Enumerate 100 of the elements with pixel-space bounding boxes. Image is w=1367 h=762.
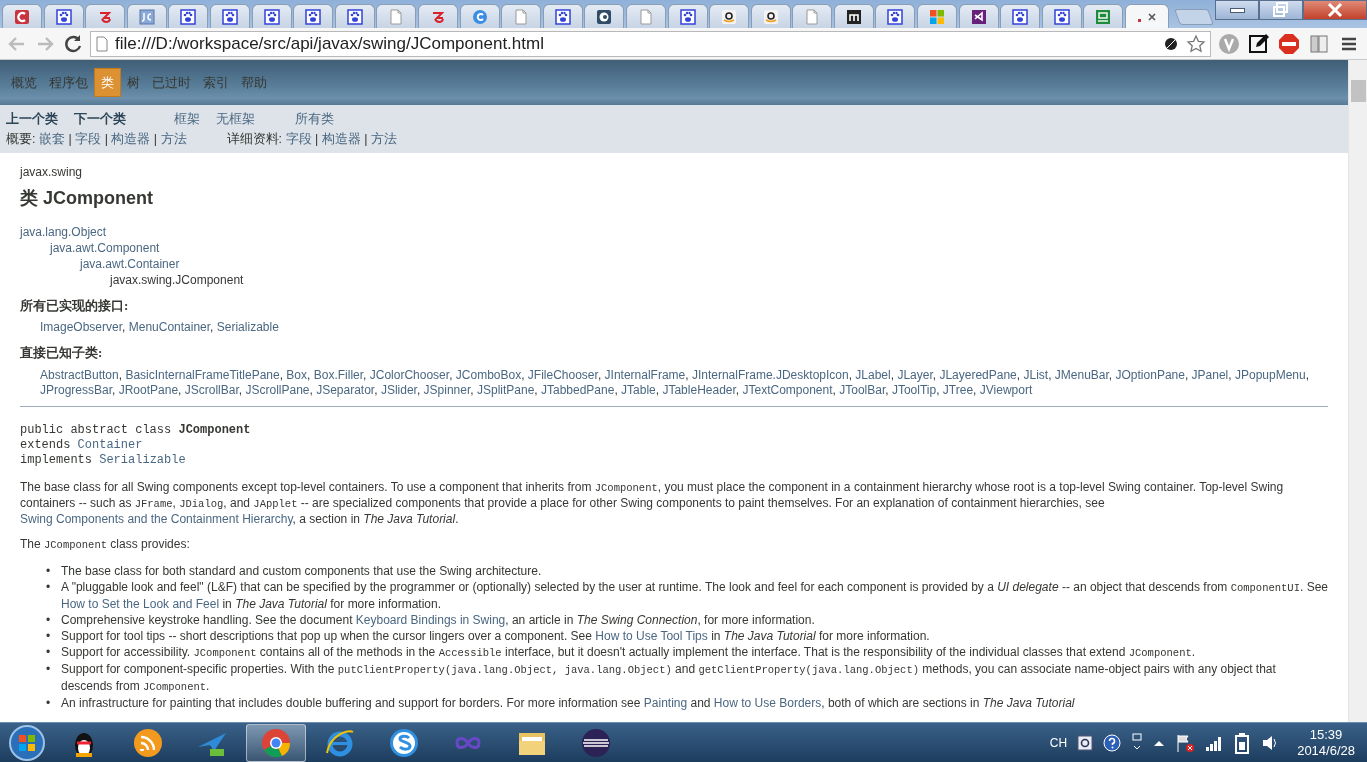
class-link[interactable]: JColorChooser (369, 367, 450, 382)
close-button[interactable] (1303, 0, 1367, 20)
browser-tab[interactable] (1041, 4, 1082, 28)
browser-tab[interactable] (667, 4, 708, 28)
list-separator: , (1016, 367, 1022, 382)
class-link[interactable]: JToolBar (839, 382, 886, 397)
paw-icon (180, 8, 197, 25)
browser-tab[interactable] (251, 4, 292, 28)
class-link[interactable]: JTableHeader (662, 382, 736, 397)
next-class-label: 下一个类 (74, 110, 126, 128)
class-title: 类 JComponent (20, 186, 154, 210)
class-link[interactable]: JViewport (979, 382, 1033, 397)
help-icon[interactable] (1103, 733, 1122, 752)
class-link[interactable]: JLayer (897, 367, 933, 382)
class-link[interactable]: JLabel (855, 367, 891, 382)
page-icon (513, 8, 530, 25)
frames-link[interactable]: 框架 (174, 109, 200, 129)
list-separator: , (890, 367, 896, 382)
address-bar[interactable]: file:///D:/workspace/src/api/javax/swing/JComponent.html (90, 30, 1211, 57)
browser-tab[interactable] (43, 4, 84, 28)
doc-link[interactable]: Swing Components and the Containment Hierarchy (20, 511, 293, 526)
restore-button[interactable] (1259, 0, 1303, 20)
class-link[interactable]: JLayeredPane (939, 367, 1017, 382)
close-icon (1325, 1, 1345, 19)
nav-link[interactable]: 构造器 (321, 132, 361, 146)
language-indicator[interactable]: CH (1049, 733, 1068, 752)
browser-tab[interactable] (1000, 4, 1041, 28)
paw-icon (1012, 8, 1029, 25)
list-separator: , (597, 367, 603, 382)
paw-icon (221, 8, 238, 25)
class-link[interactable]: JMenuBar (1054, 367, 1109, 382)
browser-tab[interactable] (209, 4, 250, 28)
class-link[interactable]: JTextComponent (742, 382, 833, 397)
minimize-button[interactable] (1215, 0, 1259, 20)
nav-link[interactable]: 字段 (285, 132, 312, 146)
bullet-item: The base class for both standard and custom components that use the Swing architecture. (61, 562, 542, 579)
paw-icon (887, 8, 904, 25)
list-separator: , (936, 382, 941, 397)
box-logo-icon (1095, 8, 1112, 25)
list-separator: , (279, 367, 285, 382)
doc-link[interactable]: Painting (643, 695, 688, 710)
clock-time[interactable]: 15:39 (1297, 726, 1355, 743)
class-link[interactable]: JSeparator (316, 382, 375, 397)
flag-icon[interactable] (1175, 732, 1196, 753)
list-separator: , (521, 367, 526, 382)
class-link[interactable]: JScrollBar (184, 382, 239, 397)
class-link[interactable]: JOptionPane (1115, 367, 1185, 382)
summary-nav: 概要: 嵌套 | 字段 | 构造器 | 方法 (6, 131, 187, 148)
paragraph: The JComponent class provides: (20, 536, 191, 553)
class-link[interactable]: BasicInternalFrameTitlePane (125, 367, 280, 382)
nav-link[interactable]: 方法 (160, 132, 187, 146)
battery-icon[interactable] (1233, 731, 1252, 754)
browser-tab[interactable] (958, 4, 999, 28)
class-link[interactable]: JInternalFrame.JDesktopIcon (691, 367, 849, 382)
class-link[interactable]: JSlider (380, 382, 417, 397)
doc-link[interactable]: How to Use Tool Tips (595, 628, 708, 643)
class-link[interactable]: JPopupMenu (1234, 367, 1306, 382)
browser-tab[interactable] (293, 4, 334, 28)
browser-tab[interactable] (168, 4, 209, 28)
edit-icon[interactable] (1247, 31, 1271, 56)
smile-logo-icon (721, 8, 738, 25)
scroll-thumb[interactable] (1350, 80, 1366, 102)
subclasses-heading: 直接已知子类: (20, 344, 104, 363)
class-link[interactable]: JProgressBar (40, 382, 113, 397)
browser-tab[interactable] (875, 4, 916, 28)
class-link[interactable]: AbstractButton (40, 367, 119, 382)
class-link[interactable]: ImageObserver (40, 320, 123, 335)
class-link[interactable]: MenuContainer (128, 320, 211, 335)
class-link[interactable]: Box.Filler (313, 367, 364, 382)
class-link[interactable]: JSpinner (423, 382, 471, 397)
list-separator: , (655, 382, 661, 397)
nav-link[interactable]: 方法 (370, 132, 397, 146)
all-classes-link[interactable]: 所有类 (295, 109, 334, 129)
close-icon[interactable] (1146, 11, 1157, 22)
browser-tab[interactable] (334, 4, 375, 28)
nav-link[interactable]: 构造器 (111, 132, 151, 146)
doc-link[interactable]: How to Set the Look and Feel (61, 596, 220, 611)
scrollbar[interactable] (1348, 60, 1367, 722)
doc-link[interactable]: Container (77, 437, 143, 452)
hierarchy-link[interactable]: java.awt.Component (50, 240, 160, 255)
input-method-icon[interactable] (1077, 734, 1094, 751)
hierarchy-link[interactable]: java.awt.Container (80, 256, 180, 271)
class-link[interactable]: Serializable (216, 320, 279, 335)
paw-icon (554, 8, 571, 25)
class-link[interactable]: JTable (621, 382, 656, 397)
browser-tab[interactable] (833, 4, 874, 28)
nav-link[interactable]: 字段 (75, 132, 102, 146)
nav-link[interactable]: 嵌套 (38, 132, 65, 146)
no-frames-link[interactable]: 无框架 (216, 109, 255, 129)
hierarchy-link[interactable]: java.lang.Object (20, 224, 107, 239)
browser-tab[interactable] (584, 4, 625, 28)
signal-icon[interactable] (1205, 734, 1224, 751)
browser-tab[interactable] (709, 4, 750, 28)
star-icon[interactable] (1186, 33, 1206, 54)
class-link[interactable]: JFileChooser (527, 367, 598, 382)
doc-link[interactable]: Serializable (99, 452, 186, 467)
stop-sign-icon[interactable] (1277, 31, 1301, 56)
clock-date[interactable]: 2014/6/28 (1297, 742, 1355, 759)
browser-tab[interactable] (750, 4, 791, 28)
browser-tab[interactable] (542, 4, 583, 28)
